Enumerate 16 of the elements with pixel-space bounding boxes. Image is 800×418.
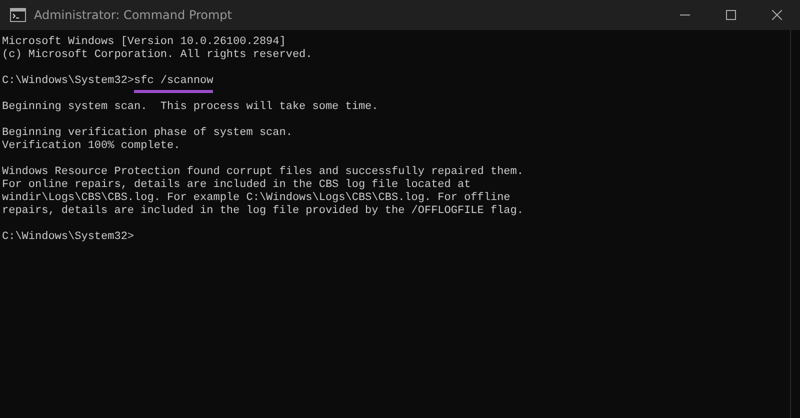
console-line: For online repairs, details are included in the CBS log file located at — [2, 179, 471, 191]
console-line: windir\Logs\CBS\CBS.log. For example C:\Windows\Logs\CBS\CBS.log. For offline — [2, 192, 510, 204]
close-icon — [772, 10, 782, 20]
prompt-text: C:\Windows\System32> — [2, 75, 134, 87]
maximize-icon — [726, 10, 736, 20]
console-icon — [10, 8, 26, 22]
prompt-text: C:\Windows\System32> — [2, 231, 134, 243]
console-line: (c) Microsoft Corporation. All rights reserved. — [2, 49, 312, 61]
console-line: Microsoft Windows [Version 10.0.26100.2894] — [2, 36, 286, 48]
command-text: sfc /scannow — [134, 75, 214, 93]
console-line: Beginning system scan. This process will take some time. — [2, 101, 378, 113]
console-line: Verification 100% complete. — [2, 140, 180, 152]
console-line: Beginning verification phase of system scan. — [2, 127, 292, 139]
console-line: Windows Resource Protection found corrupt files and successfully repaired them. — [2, 166, 524, 178]
console-line: repairs, details are included in the log file provided by the /OFFLOGFILE flag. — [2, 205, 524, 217]
window-title: Administrator: Command Prompt — [34, 7, 232, 24]
